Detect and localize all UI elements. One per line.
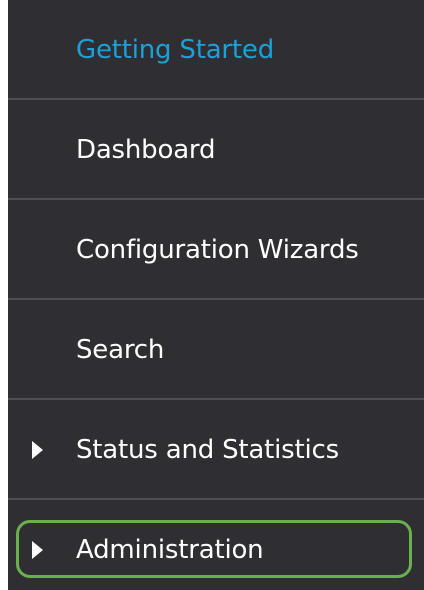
sidebar-item-label: Configuration Wizards	[76, 235, 359, 265]
expand-arrow-icon[interactable]	[32, 541, 43, 559]
sidebar-nav: Getting Started Dashboard Configuration …	[8, 0, 424, 590]
expand-arrow-icon[interactable]	[32, 441, 43, 459]
sidebar-item-label: Dashboard	[76, 135, 216, 165]
sidebar-item-configuration-wizards[interactable]: Configuration Wizards	[8, 200, 424, 300]
sidebar-item-search[interactable]: Search	[8, 300, 424, 400]
sidebar-item-label: Administration	[76, 535, 264, 565]
sidebar-item-label: Getting Started	[76, 35, 275, 65]
sidebar-item-status-and-statistics[interactable]: Status and Statistics	[8, 400, 424, 500]
sidebar-item-label: Search	[76, 335, 165, 365]
sidebar-item-getting-started[interactable]: Getting Started	[8, 0, 424, 100]
sidebar-item-dashboard[interactable]: Dashboard	[8, 100, 424, 200]
sidebar-item-administration[interactable]: Administration	[8, 500, 424, 590]
sidebar-item-label: Status and Statistics	[76, 435, 339, 465]
